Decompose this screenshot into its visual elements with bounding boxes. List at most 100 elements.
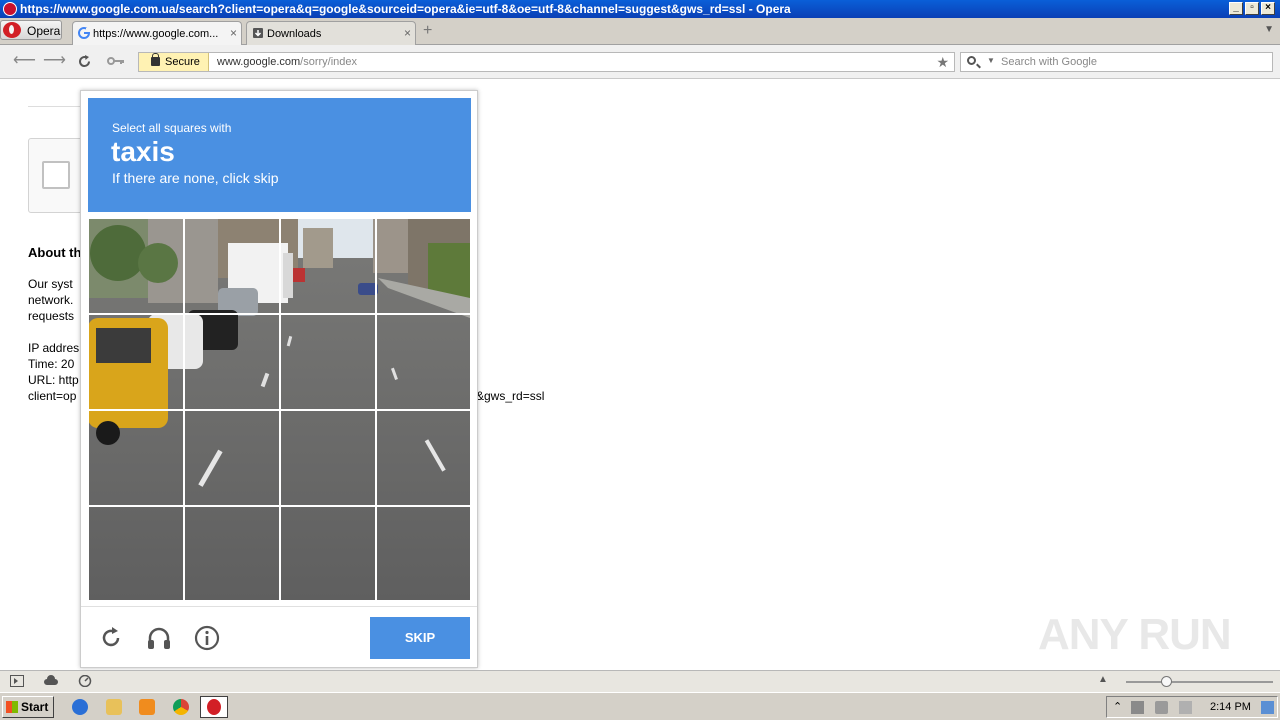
zoom-slider-handle[interactable] — [1161, 676, 1172, 687]
panel-toggle-icon[interactable] — [10, 675, 24, 687]
windows-taskbar: Start ⌃ 2:14 PM — [0, 692, 1280, 720]
reload-icon[interactable] — [97, 624, 125, 652]
browser-status-bar: ▲ — [0, 670, 1280, 692]
grid-tile[interactable] — [88, 314, 184, 410]
page-text-line: URL: http — [28, 373, 79, 387]
grid-tile[interactable] — [376, 506, 470, 600]
tab-google-search[interactable]: https://www.google.com... × — [72, 21, 242, 45]
about-heading: About th — [28, 245, 82, 260]
minimize-button[interactable]: _ — [1229, 2, 1243, 15]
back-arrow-icon[interactable]: ⟵ — [13, 53, 36, 69]
opera-logo-icon — [207, 699, 221, 715]
recaptcha-checkbox[interactable] — [42, 161, 70, 189]
page-text-line: network. — [28, 293, 74, 307]
window-title: https://www.google.com.ua/search?client=… — [20, 2, 791, 16]
downloads-icon — [253, 28, 263, 38]
secure-label: Secure — [165, 56, 200, 68]
lock-icon — [151, 53, 160, 66]
search-placeholder: Search with Google — [1001, 56, 1097, 68]
grid-tile[interactable] — [280, 218, 376, 314]
opera-taskbar-button[interactable] — [200, 696, 228, 718]
grid-tile[interactable] — [376, 218, 470, 314]
grid-tile[interactable] — [184, 314, 280, 410]
chrome-icon[interactable] — [173, 699, 189, 715]
search-icon — [967, 56, 976, 65]
reload-icon[interactable] — [77, 54, 92, 69]
url-path: /sorry/index — [300, 56, 358, 68]
window-title-bar[interactable]: https://www.google.com.ua/search?client=… — [0, 0, 1280, 18]
media-player-icon[interactable] — [139, 699, 155, 715]
status-up-arrow-icon[interactable]: ▲ — [1098, 674, 1108, 685]
opera-menu-label: Opera — [27, 24, 61, 38]
internet-explorer-icon[interactable] — [72, 699, 88, 715]
challenge-image-grid — [88, 218, 470, 600]
headphones-icon[interactable] — [145, 624, 173, 652]
recaptcha-checkbox-widget[interactable] — [28, 138, 88, 213]
grid-tile[interactable] — [280, 506, 376, 600]
clock[interactable]: 2:14 PM — [1210, 697, 1251, 717]
grid-tile[interactable] — [184, 218, 280, 314]
grid-tile[interactable] — [88, 506, 184, 600]
grid-tile[interactable] — [280, 314, 376, 410]
close-tab-icon[interactable]: × — [404, 22, 411, 44]
zoom-slider-track[interactable] — [1126, 681, 1273, 683]
challenge-footer: SKIP — [81, 606, 477, 667]
url-text[interactable]: www.google.com/sorry/index — [217, 53, 357, 71]
show-desktop-icon[interactable] — [1261, 701, 1274, 714]
instruction-subtext: If there are none, click skip — [112, 170, 279, 186]
volume-icon[interactable] — [1155, 701, 1168, 714]
start-button[interactable]: Start — [2, 696, 54, 718]
network-icon[interactable] — [1131, 701, 1144, 714]
grid-tile[interactable] — [184, 410, 280, 506]
instruction-text: Select all squares with — [112, 121, 232, 135]
address-field[interactable]: Secure www.google.com/sorry/index ★ — [138, 52, 955, 72]
url-tail-text: &gws_rd=ssl — [476, 389, 545, 403]
action-center-flag-icon[interactable] — [1179, 701, 1192, 714]
anyrun-watermark: ANY RUN — [1038, 610, 1232, 659]
challenge-header: Select all squares with taxis If there a… — [88, 98, 471, 212]
tray-expand-icon[interactable]: ⌃ — [1113, 700, 1122, 713]
grid-tile[interactable] — [280, 410, 376, 506]
grid-tile[interactable] — [184, 506, 280, 600]
secure-badge[interactable]: Secure — [139, 53, 209, 71]
opera-menu-button[interactable]: Opera — [0, 20, 62, 40]
skip-button[interactable]: SKIP — [370, 617, 470, 659]
search-input[interactable]: ▼ Search with Google — [960, 52, 1273, 72]
tab-downloads[interactable]: Downloads × — [246, 21, 416, 45]
google-favicon-icon — [78, 27, 90, 39]
target-object: taxis — [111, 136, 175, 167]
page-text-line: IP addres — [28, 341, 80, 355]
tab-menu-chevron-icon[interactable]: ▼ — [1264, 24, 1274, 35]
close-tab-icon[interactable]: × — [230, 22, 237, 44]
system-tray: ⌃ 2:14 PM — [1106, 696, 1278, 718]
start-label: Start — [21, 700, 49, 714]
grid-tile[interactable] — [88, 218, 184, 314]
search-engine-dropdown-icon[interactable]: ▼ — [987, 56, 995, 65]
grid-tile[interactable] — [88, 410, 184, 506]
grid-tile[interactable] — [376, 410, 470, 506]
page-text-line: client=op — [28, 389, 77, 403]
divider — [28, 106, 80, 107]
cloud-icon[interactable] — [44, 675, 58, 687]
tab-bar: Opera https://www.google.com... × Downlo… — [0, 18, 1280, 45]
opera-logo-icon — [3, 2, 17, 16]
info-icon[interactable] — [193, 624, 221, 652]
page-text-line: Our syst — [28, 277, 73, 291]
windows-logo-icon — [6, 701, 18, 713]
tab-label: https://www.google.com... — [93, 28, 219, 40]
opera-logo-icon — [3, 22, 21, 38]
grid-tile[interactable] — [376, 314, 470, 410]
page-text-line: Time: 20 — [28, 357, 75, 371]
close-window-button[interactable]: × — [1261, 2, 1275, 15]
tab-label: Downloads — [267, 28, 322, 40]
new-tab-button[interactable]: + — [423, 22, 432, 40]
page-text-line: requests — [28, 309, 75, 323]
forward-arrow-icon[interactable]: ⟶ — [43, 53, 66, 69]
recaptcha-challenge-dialog: Select all squares with taxis If there a… — [80, 90, 478, 668]
navigation-bar: ⟵ ⟶ Secure www.google.com/sorry/index ★ … — [0, 45, 1280, 79]
speed-dial-icon[interactable] — [78, 675, 92, 687]
key-icon[interactable] — [107, 56, 125, 66]
folder-icon[interactable] — [106, 699, 122, 715]
bookmark-star-icon[interactable]: ★ — [936, 53, 949, 71]
maximize-button[interactable]: ▫ — [1245, 2, 1259, 15]
